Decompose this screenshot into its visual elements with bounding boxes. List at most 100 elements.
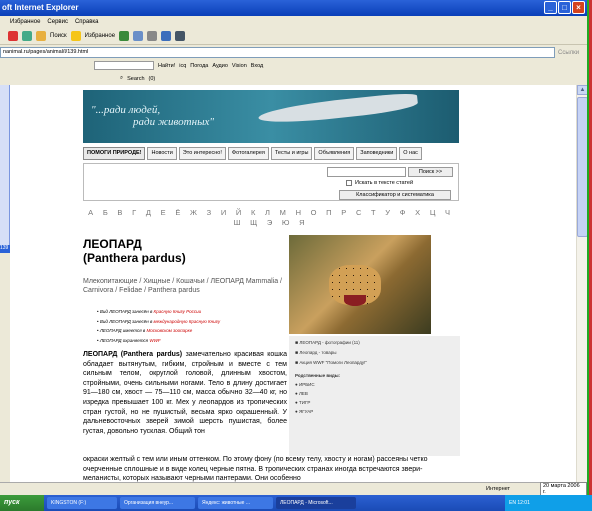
nav-help-nature[interactable]: ПОМОГИ ПРИРОДЕ! [83, 147, 146, 160]
related-tiger[interactable]: ТИГР [295, 398, 460, 407]
history-icon[interactable] [119, 31, 130, 41]
search-toolbar: Найти! icq Погода Аудио Vision Вход [0, 59, 587, 72]
task-yandex[interactable]: Яндекс: животные ... [198, 497, 273, 509]
site-nav: ПОМОГИ ПРИРОДЕ! Новости Это интересно! Ф… [83, 147, 459, 160]
standard-toolbar: Поиск Избранное [0, 28, 587, 45]
site-banner: "...ради людей, ради животных" [83, 90, 459, 143]
maximize-button[interactable]: □ [558, 1, 571, 14]
site-page: "...ради людей, ради животных" ПОМОГИ ПР… [83, 85, 460, 482]
print-icon[interactable] [147, 31, 158, 41]
stop-icon[interactable] [8, 31, 18, 41]
menu-tools[interactable]: Сервис [47, 16, 68, 28]
banner-line2: ради животных" [133, 116, 215, 128]
scroll-thumb[interactable] [577, 97, 587, 237]
related-jaguar[interactable]: ЯГУАР [295, 407, 460, 416]
google-toolbar: ⌕ Search (0) [0, 72, 587, 85]
counter-badge: (0) [148, 75, 156, 82]
photos-link[interactable]: ЛЕОПАРД - фотографии (11) [295, 338, 460, 348]
vision-button[interactable]: Vision [232, 63, 247, 69]
start-button[interactable]: пуск [0, 495, 44, 511]
article-body-text: замечательно красивая кошка обладает выт… [83, 351, 288, 435]
search-button[interactable]: Поиск [50, 33, 67, 39]
status-link[interactable]: Московском зоопарке [147, 328, 193, 333]
leopard-photo[interactable] [289, 235, 431, 334]
shark-image [257, 91, 419, 127]
nav-ads[interactable]: Объявления [314, 147, 355, 160]
article-title: ЛЕОПАРД [83, 237, 142, 251]
taskbar: пуск KINGSTON (F:) Организация внеур... … [0, 495, 592, 511]
status-link[interactable]: Красную Книгу России [154, 309, 202, 314]
favorites-button[interactable]: Избранное [85, 33, 115, 39]
banner-line1: "...ради людей, [91, 104, 161, 116]
site-search-input[interactable] [327, 167, 406, 177]
home-icon[interactable] [36, 31, 46, 41]
page-content: "...ради людей, ради животных" ПОМОГИ ПР… [10, 85, 576, 482]
vertical-scrollbar[interactable]: ▲ [576, 85, 587, 482]
nav-gallery[interactable]: Фотогалерея [227, 147, 269, 160]
icq-button[interactable]: icq [179, 63, 186, 69]
scroll-up-arrow[interactable]: ▲ [577, 85, 587, 95]
window-title: oft Internet Explorer [2, 3, 79, 12]
article-latin-title: (Panthera pardus) [83, 251, 186, 265]
nav-reserves[interactable]: Заповедники [356, 147, 398, 160]
search-checkbox-label: Искать в тексте статей [355, 180, 414, 186]
system-tray[interactable]: EN 12:01 [505, 495, 592, 511]
search-icon[interactable]: ⌕ [120, 75, 123, 82]
site-search: Поиск >> Искать в тексте статей Классифи… [83, 163, 459, 201]
status-link[interactable]: международную Красную Книгу [154, 319, 221, 324]
address-input[interactable]: nanimal.ru/pages/animal/l/139.html [0, 47, 555, 58]
menu-favorites[interactable]: Избранное [10, 16, 40, 28]
nav-news[interactable]: Новости [147, 147, 177, 160]
refresh-icon[interactable] [22, 31, 32, 41]
alphabet-index[interactable]: А Б В Г Д Е Ё Ж З И Й К Л М Н О П Р С Т … [83, 208, 459, 228]
minimize-button[interactable]: _ [544, 1, 557, 14]
audio-button[interactable]: Аудио [212, 63, 228, 69]
toolbar-search-input[interactable] [94, 61, 154, 70]
menu-bar: Избранное Сервис Справка [0, 16, 587, 28]
article-lead: ЛЕОПАРД (Panthera pardus) [83, 351, 183, 358]
related-snow-leopard[interactable]: ИРБИС [295, 380, 460, 389]
task-leopard-ie[interactable]: ЛЕОПАРД - Microsoft... [276, 497, 356, 509]
related-lion[interactable]: ЛЕВ [295, 389, 460, 398]
article-body-wide: окраски желтый с тем или иным оттенком. … [83, 456, 428, 482]
mail-icon[interactable] [133, 31, 144, 41]
related-title: Родственные виды: [295, 373, 341, 378]
article-body: ЛЕОПАРД (Panthera pardus) замечательно к… [83, 350, 287, 436]
site-search-button[interactable]: Поиск >> [408, 167, 453, 177]
links-label[interactable]: Ссылки [558, 50, 579, 56]
taxonomy-breadcrumb[interactable]: Млекопитающие / Хищные / Кошачьи / ЛЕОПА… [83, 277, 288, 295]
wwf-action-link[interactable]: Акция WWF "Помоги Леопарду!" [295, 358, 460, 368]
nav-about[interactable]: О нас [399, 147, 422, 160]
status-item: Вид ЛЕОПАРД занесён в международную Крас… [97, 317, 220, 327]
status-link[interactable]: WWF [149, 338, 160, 343]
desktop: oft Internet Explorer _ □ × Избранное Серв… [0, 0, 592, 511]
task-kingston[interactable]: KINGSTON (F:) [47, 497, 117, 509]
browser-window: oft Internet Explorer _ □ × Избранное Серв… [0, 0, 587, 495]
close-button[interactable]: × [572, 1, 585, 14]
status-date: 20 марта 2006 г. [539, 482, 587, 495]
login-button[interactable]: Вход [251, 63, 263, 69]
status-item: ЛЕОПАРД имеется в Московском зоопарке [97, 326, 220, 336]
status-list: Вид ЛЕОПАРД занесён в Красную Книгу Росс… [97, 307, 220, 345]
status-bar: Интернет 20 марта 2006 г. [0, 482, 587, 495]
classifier-button[interactable]: Классификатор и систематика [339, 190, 451, 200]
window-titlebar[interactable]: oft Internet Explorer _ □ × [0, 0, 587, 16]
nav-tests[interactable]: Тесты и игры [270, 147, 313, 160]
internet-zone: Интернет [486, 486, 510, 492]
messenger-icon[interactable] [175, 31, 186, 41]
nav-interesting[interactable]: Это интересно! [178, 147, 226, 160]
side-panel: ЛЕОПАРД - фотографии (11) Леопард - това… [289, 336, 460, 456]
search-checkbox[interactable] [346, 180, 352, 186]
weather-button[interactable]: Погода [190, 63, 208, 69]
find-button[interactable]: Найти! [158, 63, 175, 69]
menu-help[interactable]: Справка [75, 16, 99, 28]
word-icon[interactable] [161, 31, 172, 41]
explorer-sidebar [0, 85, 10, 252]
favorites-star-icon[interactable] [70, 31, 81, 41]
address-bar: nanimal.ru/pages/animal/l/139.html Ссылк… [0, 46, 587, 59]
toolbar-search-button[interactable]: Search [127, 76, 144, 82]
search-in-text-option[interactable]: Искать в тексте статей [346, 180, 413, 186]
status-item: Вид ЛЕОПАРД занесён в Красную Книгу Росс… [97, 307, 220, 317]
task-organization[interactable]: Организация внеур... [120, 497, 195, 509]
goods-link[interactable]: Леопард - товары [295, 348, 460, 358]
